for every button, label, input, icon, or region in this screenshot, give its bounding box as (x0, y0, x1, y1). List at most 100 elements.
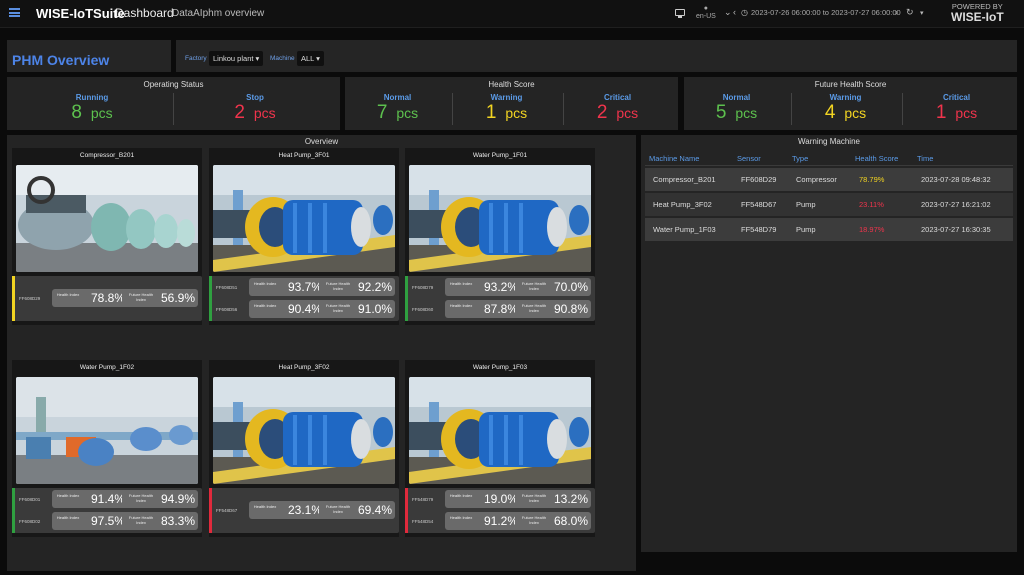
language-selector[interactable]: ● en-US (696, 5, 716, 21)
metric-value: 93.7% (287, 280, 322, 294)
health-index-box: Health Index 91.2% (445, 512, 521, 530)
machine-card[interactable]: Water Pump_1F01 FF608D79 Health Index 93.2… (405, 148, 595, 325)
health-index-box: Health Index 97.5% (52, 512, 128, 530)
stat-label: Running (75, 93, 109, 102)
chevron-right-icon[interactable]: › (895, 7, 898, 17)
sensor-id: FF608D51 (216, 285, 238, 290)
table-row[interactable]: Heat Pump_3F02 FF548D67 Pump 23.11% 2023-07-… (645, 193, 1013, 216)
future-health-index-box: Future Health Index 91.0% (319, 300, 395, 318)
column-header[interactable]: Sensor (737, 154, 761, 163)
column-header[interactable]: Type (792, 154, 808, 163)
overview-panel: Overview Compressor_B201 FF608D29 Health … (7, 135, 636, 571)
chevron-left-icon[interactable]: ‹ (733, 7, 736, 17)
health-index-box: Health Index 23.1% (249, 501, 325, 519)
metric-label: Future Health Index (521, 515, 547, 525)
critical-stat: Critical 1 pcs (904, 93, 1009, 124)
sensor-id: FF548D54 (412, 519, 434, 524)
metric-label: Health Index (449, 493, 473, 498)
table-cell-sensor: FF548D67 (741, 200, 777, 209)
metric-value: 97.5% (90, 514, 125, 528)
metric-value: 78.8% (90, 291, 125, 305)
metric-value: 90.8% (553, 302, 588, 316)
language-label: en-US (696, 13, 716, 20)
machine-card[interactable]: Water Pump_1F03 FF548D79 Health Index 19.0… (405, 360, 595, 537)
panel-title: Future Health Score (814, 80, 887, 89)
metric-value: 56.9% (160, 291, 195, 305)
machine-select[interactable]: ALL ▾ (297, 51, 324, 66)
metric-value: 93.2% (483, 280, 518, 294)
refresh-icon[interactable]: ↻ (906, 7, 914, 18)
column-header[interactable]: Machine Name (649, 154, 699, 163)
table-cell-type: Compressor (796, 175, 837, 184)
table-row[interactable]: Water Pump_1F03 FF548D79 Pump 18.97% 2023-07… (645, 218, 1013, 241)
metric-label: Future Health Index (128, 292, 154, 302)
machine-photo (16, 165, 198, 272)
table-cell-sensor: FF608D29 (741, 175, 777, 184)
metric-label: Health Index (449, 281, 473, 286)
stat-unit: pcs (253, 105, 276, 121)
sensor-id: FF608D29 (19, 296, 41, 301)
dashboard-link[interactable]: Dashboard (115, 6, 174, 20)
globe-icon: ● (703, 5, 709, 12)
tv-mode-icon[interactable] (675, 9, 685, 18)
future-health-score-panel: Future Health Score Normal 5 pcs Warning … (684, 77, 1017, 130)
machine-card[interactable]: Heat Pump_3F01 FF608D51 Health Index 93.7%… (209, 148, 399, 325)
menu-icon[interactable] (9, 8, 20, 17)
stat-unit: pcs (616, 105, 639, 121)
metric-value: 70.0% (553, 280, 588, 294)
machine-photo (213, 165, 395, 272)
brand-logo: WISE-IoTSuite (36, 6, 125, 21)
factory-select-value: Linkou plant (213, 54, 254, 63)
metric-value: 13.2% (553, 492, 588, 506)
chevron-down-icon[interactable]: ⌄ (724, 7, 732, 18)
metric-label: Health Index (56, 515, 80, 520)
health-index-box: Health Index 78.8% (52, 289, 128, 307)
metric-label: Future Health Index (521, 303, 547, 313)
metric-label: Health Index (56, 292, 80, 297)
machine-card[interactable]: Compressor_B201 FF608D29 Health Index 78.8… (12, 148, 202, 325)
table-cell-name: Compressor_B201 (653, 175, 716, 184)
filter-bar: Factory Linkou plant ▾ Machine ALL ▾ (176, 40, 1017, 72)
machine-card[interactable]: Water Pump_1F02 FF608D01 Health Index 91.4… (12, 360, 202, 537)
stat-value: 2 (596, 102, 608, 123)
status-bar (209, 276, 212, 321)
caret-down-icon: ▾ (316, 54, 320, 63)
column-header[interactable]: Health Score (855, 154, 898, 163)
metrics-block: FF548D67 Health Index 23.1% Future Health I… (209, 488, 399, 533)
metrics-block: FF608D51 Health Index 93.7% Future Health I… (209, 276, 399, 321)
sensor-id: FF608D60 (412, 307, 434, 312)
future-health-index-box: Future Health Index 94.9% (122, 490, 198, 508)
refresh-dropdown-icon[interactable]: ▾ (920, 9, 924, 17)
time-range-picker[interactable]: 2023-07-26 06:00:00 to 2023-07-27 06:00:… (751, 8, 901, 17)
table-cell-name: Heat Pump_3F02 (653, 200, 712, 209)
machine-name: Heat Pump_3F01 (278, 152, 330, 159)
metric-value: 90.4% (287, 302, 322, 316)
stat-value: 4 (824, 102, 836, 123)
sensor-id: FF548D67 (216, 508, 238, 513)
machine-card[interactable]: Heat Pump_3F02 FF548D67 Health Index 23.1%… (209, 360, 399, 537)
metric-value: 23.1% (287, 503, 322, 517)
table-cell-name: Water Pump_1F03 (653, 225, 716, 234)
page-title-box: PHM Overview (7, 40, 171, 72)
metrics-block: FF608D01 Health Index 91.4% Future Health I… (12, 488, 202, 533)
metric-value: 68.0% (553, 514, 588, 528)
operating-status-panel: Operating Status Running 8 pcs Stop 2 pcs (7, 77, 340, 130)
divider (173, 93, 174, 125)
machine-photo (409, 377, 591, 484)
stat-label: Warning (829, 93, 862, 102)
table-row[interactable]: Compressor_B201 FF608D29 Compressor 78.79% 2… (645, 168, 1013, 191)
powered-by-logo: POWERED BY WISE-IoT (951, 3, 1004, 24)
health-index-box: Health Index 87.8% (445, 300, 521, 318)
future-health-index-box: Future Health Index 90.8% (515, 300, 591, 318)
machine-name: Water Pump_1F03 (472, 364, 528, 371)
stat-value: 2 (234, 102, 245, 123)
machine-photo (409, 165, 591, 272)
future-health-index-box: Future Health Index 68.0% (515, 512, 591, 530)
column-header[interactable]: Time (917, 154, 933, 163)
status-bar (209, 488, 212, 533)
factory-select[interactable]: Linkou plant ▾ (209, 51, 264, 66)
breadcrumb: DataAIphm overview (172, 8, 265, 19)
stat-label: Stop (246, 93, 264, 102)
machine-label: Machine (270, 55, 295, 62)
metrics-block: FF548D79 Health Index 19.0% Future Health I… (405, 488, 595, 533)
